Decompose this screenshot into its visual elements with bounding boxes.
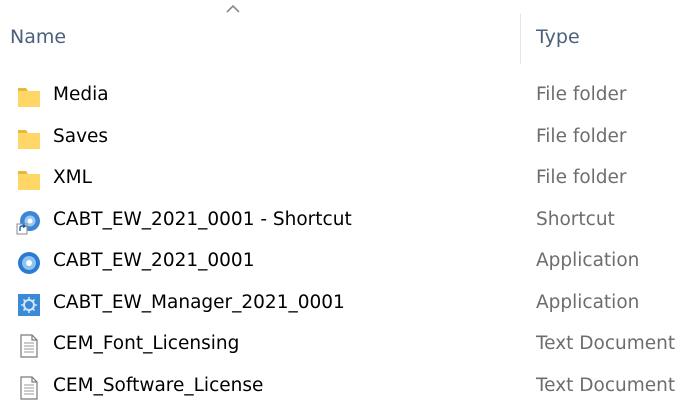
sort-ascending-icon[interactable] xyxy=(223,2,243,16)
file-row[interactable]: Media File folder xyxy=(0,76,696,118)
file-type: File folder xyxy=(536,125,627,147)
file-type: File folder xyxy=(536,167,627,188)
folder-icon xyxy=(16,167,42,193)
file-type: Application xyxy=(536,291,640,313)
file-name: CABT_EW_2021_0001 xyxy=(53,250,255,271)
folder-icon xyxy=(16,84,42,110)
shortcut-app-icon xyxy=(16,209,42,235)
file-name: CEM_Software_License xyxy=(53,374,264,396)
file-name: CABT_EW_Manager_2021_0001 xyxy=(53,291,345,313)
file-name: CEM_Font_Licensing xyxy=(53,333,240,354)
file-name: Media xyxy=(53,84,109,105)
file-row[interactable]: CABT_EW_2021_0001 Application xyxy=(0,242,696,284)
folder-icon xyxy=(16,126,42,152)
app-disc-icon xyxy=(16,250,42,276)
text-document-icon xyxy=(16,333,42,359)
file-row[interactable]: CABT_EW_Manager_2021_0001 Application xyxy=(0,284,696,326)
file-row[interactable]: CEM_Software_License Text Document xyxy=(0,367,696,405)
file-type: Text Document xyxy=(536,333,676,354)
file-list: Media File folder Saves File folder XML … xyxy=(0,76,696,405)
file-type: File folder xyxy=(536,84,627,105)
file-name: XML xyxy=(53,167,92,188)
file-explorer-list: Name Type Media File folder Saves File f… xyxy=(0,0,696,405)
column-header-row: Name Type xyxy=(0,0,696,76)
column-divider[interactable] xyxy=(520,14,521,64)
file-type: Text Document xyxy=(536,374,676,396)
text-document-icon xyxy=(16,375,42,401)
file-row[interactable]: CEM_Font_Licensing Text Document xyxy=(0,325,696,367)
file-row[interactable]: Saves File folder xyxy=(0,118,696,160)
file-name: CABT_EW_2021_0001 - Shortcut xyxy=(53,208,352,230)
app-gear-icon xyxy=(16,292,42,318)
column-header-name[interactable]: Name xyxy=(10,26,66,48)
file-type: Shortcut xyxy=(536,208,615,230)
column-header-type[interactable]: Type xyxy=(536,26,580,48)
file-row[interactable]: CABT_EW_2021_0001 - Shortcut Shortcut xyxy=(0,201,696,243)
file-type: Application xyxy=(536,250,640,271)
file-row[interactable]: XML File folder xyxy=(0,159,696,201)
file-name: Saves xyxy=(53,125,109,147)
